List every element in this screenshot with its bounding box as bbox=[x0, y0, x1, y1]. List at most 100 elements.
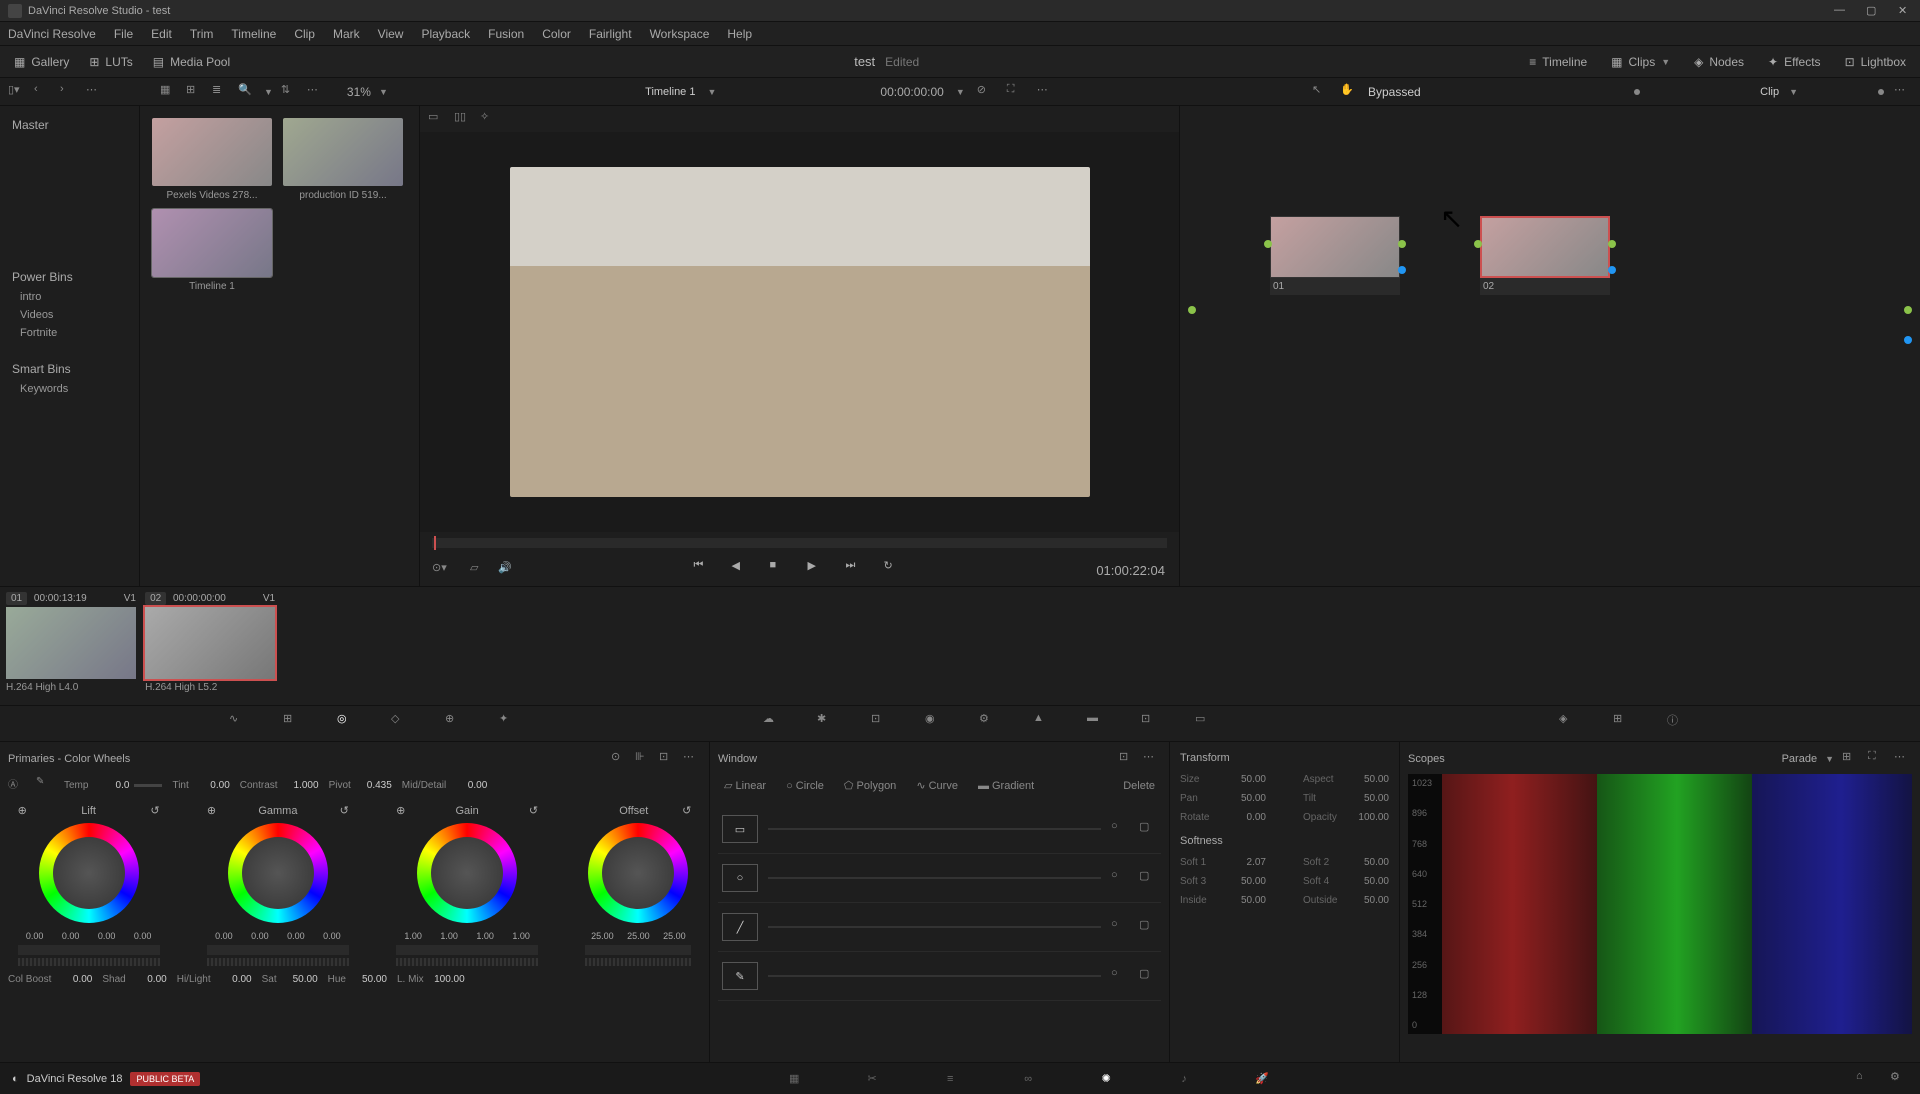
media-item[interactable]: Timeline 1 bbox=[152, 209, 272, 292]
gain-wheel[interactable] bbox=[417, 823, 517, 923]
matte-icon[interactable]: ▲ bbox=[1033, 712, 1057, 736]
menu-view[interactable]: View bbox=[378, 27, 404, 41]
chevron-down-icon[interactable]: ▼ bbox=[264, 87, 273, 97]
sidebar-item-keywords[interactable]: Keywords bbox=[4, 380, 135, 398]
size-value[interactable]: 50.00 bbox=[1226, 774, 1266, 785]
colboost-value[interactable]: 0.00 bbox=[56, 974, 92, 985]
go-start-icon[interactable]: ⏮ bbox=[694, 559, 716, 581]
power-bins-header[interactable]: Power Bins bbox=[4, 266, 135, 288]
soft3-value[interactable]: 50.00 bbox=[1226, 876, 1266, 887]
sat-value[interactable]: 50.00 bbox=[282, 974, 318, 985]
gain-jog[interactable] bbox=[396, 958, 538, 966]
offset-ymr-bar[interactable] bbox=[585, 945, 691, 955]
reset-icon[interactable]: ↺ bbox=[150, 804, 159, 817]
qualifier-icon[interactable]: ◎ bbox=[337, 712, 361, 736]
menu-edit[interactable]: Edit bbox=[151, 27, 172, 41]
delete-shape-button[interactable]: Delete bbox=[1117, 777, 1161, 795]
gamma-jog[interactable] bbox=[207, 958, 349, 966]
menu-fusion[interactable]: Fusion bbox=[488, 27, 524, 41]
menu-workspace[interactable]: Workspace bbox=[650, 27, 710, 41]
viewer-mode-icon[interactable]: ▭ bbox=[428, 110, 446, 128]
lightbox-toggle[interactable]: ⊡ Lightbox bbox=[1839, 51, 1912, 73]
close-button[interactable]: ✕ bbox=[1898, 4, 1912, 18]
viewer-canvas[interactable] bbox=[420, 132, 1179, 532]
menu-file[interactable]: File bbox=[114, 27, 133, 41]
window-icon[interactable]: ◇ bbox=[391, 712, 415, 736]
dolby-icon[interactable]: ▭ bbox=[1195, 712, 1219, 736]
preset-icon[interactable]: ⊡ bbox=[1119, 750, 1137, 768]
match-frame-icon[interactable]: ▱ bbox=[470, 561, 488, 579]
tracking-icon[interactable]: ⊕ bbox=[445, 712, 469, 736]
opacity-value[interactable]: 100.00 bbox=[1349, 812, 1389, 823]
gain-values[interactable]: 1.001.001.001.00 bbox=[396, 931, 538, 941]
play-icon[interactable]: ▶ bbox=[808, 559, 830, 581]
timeline-toggle[interactable]: ≡ Timeline bbox=[1523, 51, 1593, 73]
key-icon[interactable]: ✱ bbox=[817, 712, 841, 736]
expand-icon[interactable]: ⛶ bbox=[1007, 83, 1025, 101]
alpha-output-dot[interactable] bbox=[1904, 336, 1912, 344]
smart-bins-header[interactable]: Smart Bins bbox=[4, 358, 135, 380]
bin-menu-icon[interactable]: ▯▾ bbox=[8, 83, 26, 101]
picker-icon[interactable]: ✎ bbox=[36, 776, 54, 794]
stop-icon[interactable]: ■ bbox=[770, 559, 792, 581]
node-graph[interactable]: 01 ↖ 02 bbox=[1180, 106, 1920, 586]
shape-linear[interactable]: ▱ Linear bbox=[718, 776, 772, 795]
shape-row-rect[interactable]: ▭ ○ ▢ bbox=[718, 805, 1161, 854]
offset-values[interactable]: 25.0025.0025.00 bbox=[585, 931, 691, 941]
md-value[interactable]: 0.00 bbox=[451, 780, 487, 791]
tint-value[interactable]: 0.00 bbox=[194, 780, 230, 791]
node-02[interactable]: 02 bbox=[1480, 216, 1610, 295]
picker-icon[interactable]: ⊕ bbox=[396, 804, 405, 817]
viewer-timecode[interactable]: 00:00:00:00 bbox=[880, 85, 943, 99]
invert-icon[interactable]: ○ bbox=[1111, 869, 1129, 887]
menu-clip[interactable]: Clip bbox=[294, 27, 315, 41]
hilight-value[interactable]: 0.00 bbox=[216, 974, 252, 985]
tilt-value[interactable]: 50.00 bbox=[1349, 793, 1389, 804]
log-mode-icon[interactable]: ⊡ bbox=[659, 750, 677, 768]
media-item[interactable]: Pexels Videos 278... bbox=[152, 118, 272, 201]
page-edit[interactable]: ≡ bbox=[936, 1068, 964, 1090]
contrast-value[interactable]: 1.000 bbox=[283, 780, 319, 791]
pan-value[interactable]: 50.00 bbox=[1226, 793, 1266, 804]
chevron-down-icon[interactable]: ▼ bbox=[1789, 87, 1798, 97]
blur-icon[interactable]: ☁ bbox=[763, 712, 787, 736]
menu-mark[interactable]: Mark bbox=[333, 27, 360, 41]
menu-playback[interactable]: Playback bbox=[421, 27, 470, 41]
page-cut[interactable]: ✂ bbox=[858, 1068, 886, 1090]
maximize-button[interactable]: ▢ bbox=[1866, 4, 1880, 18]
loop-toggle-icon[interactable]: ↻ bbox=[884, 559, 906, 581]
lift-jog[interactable] bbox=[18, 958, 160, 966]
warper-icon[interactable]: ⊞ bbox=[283, 712, 307, 736]
node-01[interactable]: 01 bbox=[1270, 216, 1400, 295]
sort-icon[interactable]: ⇅ bbox=[281, 83, 299, 101]
invert-icon[interactable]: ○ bbox=[1111, 820, 1129, 838]
clip-thumb-01[interactable]: 01 00:00:13:19 V1 H.264 High L4.0 bbox=[6, 593, 136, 693]
menu-help[interactable]: Help bbox=[727, 27, 752, 41]
chevron-down-icon[interactable]: ▼ bbox=[956, 87, 965, 97]
lift-ymr-bar[interactable] bbox=[18, 945, 160, 955]
mask-icon[interactable]: ▢ bbox=[1139, 918, 1157, 936]
clips-toggle[interactable]: ▦ Clips ▼ bbox=[1605, 51, 1676, 73]
page-color[interactable]: ✺ bbox=[1092, 1068, 1120, 1090]
view-grid-icon[interactable]: ⊞ bbox=[186, 83, 204, 101]
menu-trim[interactable]: Trim bbox=[190, 27, 214, 41]
shape-row-curve[interactable]: ╱ ○ ▢ bbox=[718, 903, 1161, 952]
bypass-icon[interactable]: ⊘ bbox=[977, 83, 995, 101]
minimize-button[interactable]: — bbox=[1834, 4, 1848, 18]
viewer-scrubber[interactable] bbox=[432, 538, 1167, 548]
lmix-value[interactable]: 100.00 bbox=[429, 974, 465, 985]
timeline-name[interactable]: Timeline 1 bbox=[645, 86, 695, 98]
reset-icon[interactable]: ↺ bbox=[682, 804, 691, 817]
pointer-icon[interactable]: ↖ bbox=[1312, 83, 1330, 101]
3d-icon[interactable]: ◉ bbox=[925, 712, 949, 736]
page-media[interactable]: ▦ bbox=[780, 1068, 808, 1090]
more-icon[interactable]: ⋯ bbox=[307, 83, 325, 101]
mask-icon[interactable]: ▢ bbox=[1139, 869, 1157, 887]
sidebar-item-videos[interactable]: Videos bbox=[4, 306, 135, 324]
chevron-down-icon[interactable]: ▼ bbox=[1825, 754, 1834, 764]
mask-icon[interactable]: ▢ bbox=[1139, 820, 1157, 838]
chevron-down-icon[interactable]: ▼ bbox=[707, 87, 716, 97]
reset-icon[interactable]: ↺ bbox=[529, 804, 538, 817]
shape-row-pen[interactable]: ✎ ○ ▢ bbox=[718, 952, 1161, 1001]
aspect-value[interactable]: 50.00 bbox=[1349, 774, 1389, 785]
